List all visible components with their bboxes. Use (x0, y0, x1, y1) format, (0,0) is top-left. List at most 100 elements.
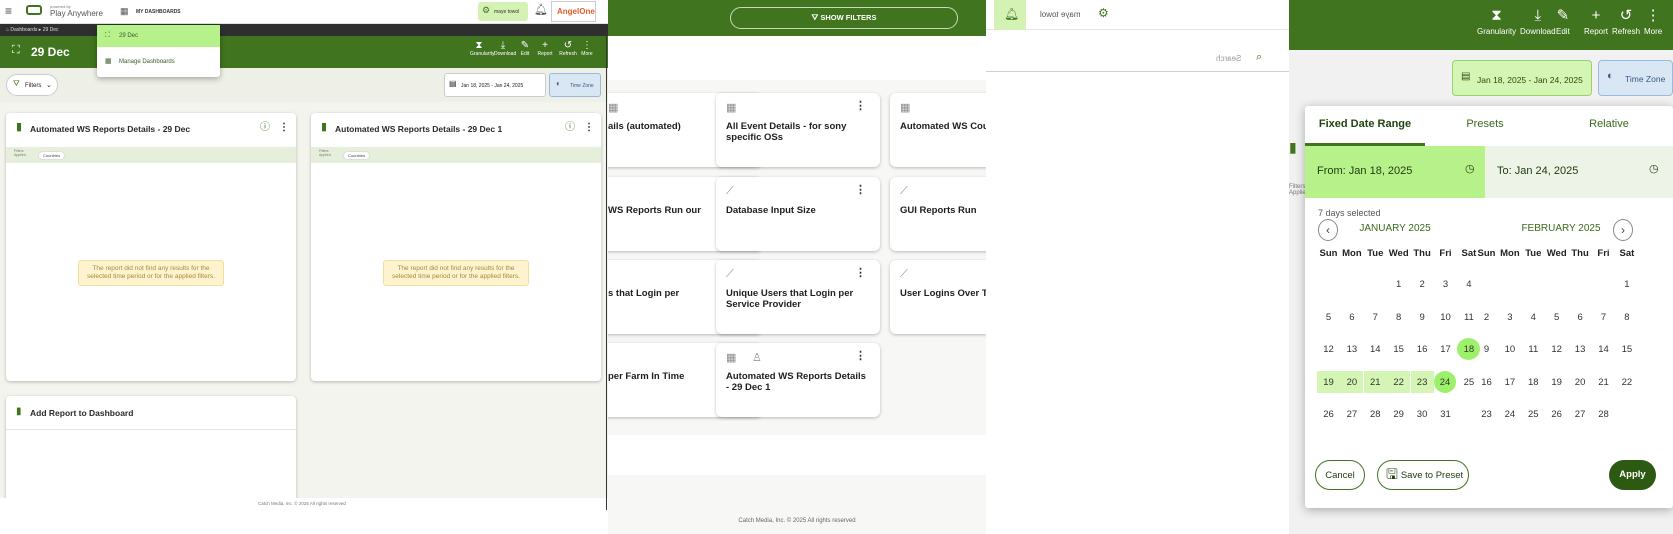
calendar-day[interactable]: 11 (1522, 338, 1545, 360)
calendar-day[interactable]: 15 (1387, 338, 1410, 360)
report-tile[interactable]: ⟋ ⋮ Database Input Size (716, 177, 880, 251)
calendar-day[interactable]: 12 (1317, 338, 1340, 360)
calendar-day[interactable]: 10 (1498, 338, 1521, 360)
calendar-day[interactable]: 29 (1387, 403, 1410, 425)
calendar-day[interactable]: 24 (1434, 370, 1456, 393)
calendar-day[interactable]: 26 (1317, 403, 1340, 425)
report-tile[interactable]: ⟋⋮User Logins Over T Sonyliv (890, 260, 986, 334)
calendar-day[interactable]: 6 (1340, 306, 1363, 328)
report-button[interactable]: + Report (1584, 8, 1608, 36)
report-tile[interactable]: ⟋⋮GUI Reports Run (890, 177, 986, 251)
calendar-day[interactable]: 28 (1364, 403, 1387, 425)
calendar-day[interactable]: 16 (1475, 371, 1498, 393)
download-button[interactable]: ⤓ Download (1520, 8, 1556, 36)
granularity-button[interactable]: ⧗ Granularity (470, 41, 494, 58)
date-range-chip[interactable]: ▤ Jan 18, 2025 - Jan 24, 2025 (1452, 60, 1592, 96)
save-to-preset-button[interactable]: 🖫︎ Save to Preset (1377, 460, 1469, 490)
calendar-day[interactable]: 24 (1498, 403, 1521, 425)
calendar-day[interactable]: 14 (1592, 338, 1615, 360)
gear-icon[interactable]: ⚙ (1098, 7, 1109, 19)
calendar-day[interactable]: 20 (1340, 370, 1364, 393)
bell-button[interactable]: 🔔︎ (994, 0, 1026, 30)
calendar-day[interactable]: 21 (1363, 370, 1387, 393)
tab-relative[interactable]: Relative (1545, 106, 1673, 146)
calendar-day[interactable]: 23 (1410, 370, 1434, 393)
calendar-day[interactable]: 10 (1434, 306, 1457, 328)
calendar-day[interactable]: 16 (1411, 338, 1434, 360)
calendar-day[interactable]: 17 (1434, 338, 1457, 360)
calendar-day[interactable]: 7 (1364, 306, 1387, 328)
calendar-day[interactable]: 8 (1615, 306, 1638, 328)
report-tile[interactable]: ⟋ ⋮ Unique Users that Login per Service Pr… (716, 260, 880, 334)
calendar-day[interactable]: 4 (1522, 306, 1545, 328)
edit-button[interactable]: ✎ Edit (1556, 8, 1570, 36)
tab-presets[interactable]: Presets (1425, 106, 1545, 146)
calendar-day[interactable]: 5 (1317, 306, 1340, 328)
calendar-day[interactable]: 9 (1411, 306, 1434, 328)
kebab-menu-icon[interactable]: ⋮ (855, 183, 866, 196)
calendar-day[interactable]: 23 (1475, 403, 1498, 425)
calendar-day[interactable]: 9 (1475, 338, 1498, 360)
search-icon[interactable]: ⌕ (1256, 52, 1262, 63)
dropdown-item-manage[interactable]: ▦ Manage Dashboards (97, 51, 220, 73)
refresh-button[interactable]: ↺ Refresh (1612, 8, 1640, 36)
report-tile[interactable]: ▦ ♙ ⋮ Automated WS Reports Details - 29 Dec… (716, 343, 880, 417)
time-zone-chip[interactable]: ◐ Time Zone (1598, 60, 1673, 96)
date-range-chip[interactable]: ▤ Jan 18, 2025 - Jan 24, 2025 (444, 73, 546, 97)
filter-chip-countries[interactable]: Countries (343, 151, 371, 160)
calendar-day[interactable]: 2 (1475, 306, 1498, 328)
calendar-day[interactable]: 3 (1498, 306, 1521, 328)
breadcrumb-root[interactable]: Dashboards (10, 27, 37, 33)
calendar-day[interactable]: 2 (1411, 273, 1434, 295)
calendar-day[interactable]: 1 (1615, 273, 1638, 295)
calendar-day[interactable]: 14 (1364, 338, 1387, 360)
report-tile[interactable]: ▦ ⋮ All Event Details - for sony specific … (716, 93, 880, 167)
apply-button[interactable]: Apply (1609, 460, 1656, 490)
refresh-button[interactable]: ↺ Refresh (559, 41, 577, 58)
download-button[interactable]: ⤓ Download (494, 41, 516, 58)
from-date-field[interactable]: From: Jan 18, 2025 ◷ (1305, 146, 1485, 198)
info-icon[interactable]: ⓘ (565, 123, 575, 133)
edit-button[interactable]: ✎ Edit (516, 41, 534, 58)
calendar-day[interactable]: 8 (1387, 306, 1410, 328)
calendar-day[interactable]: 1 (1387, 273, 1410, 295)
my-dashboards-menu[interactable]: MY DASHBOARDS (136, 9, 181, 15)
tab-fixed-date-range[interactable]: Fixed Date Range (1305, 106, 1425, 146)
filters-button[interactable]: ⛛ Filters ⌄ (6, 74, 58, 96)
clock-icon[interactable]: ◷ (1649, 164, 1659, 175)
calendar-day[interactable]: 13 (1569, 338, 1592, 360)
calendar-day[interactable]: 7 (1592, 306, 1615, 328)
calendar-day[interactable]: 13 (1340, 338, 1363, 360)
calendar-day[interactable]: 6 (1569, 306, 1592, 328)
calendar-day[interactable]: 27 (1340, 403, 1363, 425)
calendar-day[interactable]: 18 (1522, 371, 1545, 393)
kebab-menu-icon[interactable]: ⋮ (855, 349, 866, 362)
calendar-day[interactable]: 21 (1592, 371, 1615, 393)
calendar-day[interactable]: 25 (1522, 403, 1545, 425)
calendar-day[interactable]: 3 (1434, 273, 1457, 295)
calendar-day[interactable]: 22 (1387, 370, 1411, 393)
calendar-day[interactable]: 19 (1317, 370, 1340, 393)
calendar-day[interactable]: 15 (1615, 338, 1638, 360)
calendar-day[interactable]: 5 (1545, 306, 1568, 328)
show-filters-button[interactable]: ⛛ SHOW FILTERS (730, 7, 958, 29)
time-zone-chip[interactable]: ◐ Time Zone (549, 73, 601, 97)
calendar-day[interactable]: 27 (1569, 403, 1592, 425)
more-button[interactable]: ⋮ More (1644, 8, 1662, 36)
calendar-day[interactable]: 22 (1615, 371, 1638, 393)
granularity-button[interactable]: ⧗ Granularity (1477, 8, 1516, 36)
report-button[interactable]: + Report (536, 41, 554, 58)
calendar-day[interactable]: 4 (1457, 273, 1480, 295)
calendar-day[interactable]: 31 (1434, 403, 1457, 425)
more-button[interactable]: ⋮ More (578, 41, 596, 58)
next-month-button[interactable]: › (1613, 219, 1633, 241)
calendar-day[interactable]: 20 (1569, 371, 1592, 393)
user-chip[interactable]: ⚙ maye towol (478, 2, 528, 21)
info-icon[interactable]: ⓘ (260, 123, 270, 133)
hamburger-menu-icon[interactable]: ≡ (5, 5, 12, 17)
to-date-field[interactable]: To: Jan 24, 2025 ◷ (1485, 146, 1673, 198)
prev-month-button[interactable]: ‹ (1318, 219, 1338, 241)
calendar-day[interactable]: 19 (1545, 371, 1568, 393)
kebab-menu-icon[interactable]: ⋮ (584, 123, 594, 133)
clock-icon[interactable]: ◷ (1465, 164, 1475, 175)
